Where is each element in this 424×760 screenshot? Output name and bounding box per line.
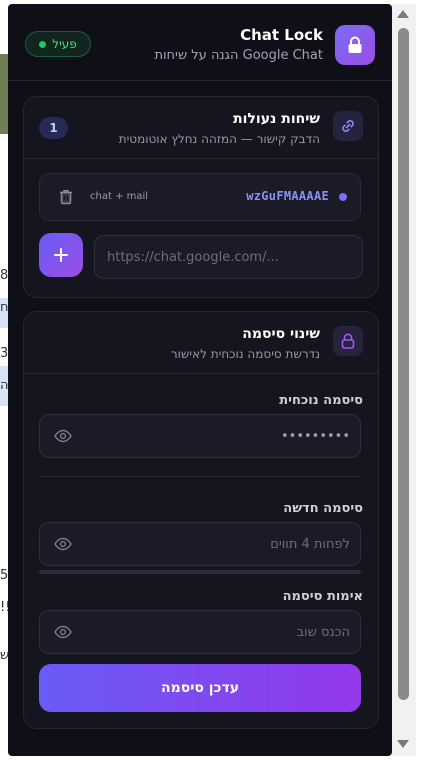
confirm-password-input[interactable]	[80, 611, 350, 653]
new-password-label: סיסמה חדשה	[283, 501, 363, 516]
confirm-password-label: אימות סיסמה	[282, 589, 363, 604]
confirm-password-field	[39, 610, 361, 654]
current-password-field	[39, 414, 361, 458]
background-image	[0, 54, 8, 134]
update-password-button[interactable]: עדכן סיסמה	[39, 664, 361, 712]
current-password-label: סיסמה נוכחית	[279, 393, 363, 408]
link-icon	[333, 111, 363, 141]
new-password-input[interactable]	[80, 523, 350, 565]
divider	[24, 373, 378, 374]
locked-chat-item: wzGuFMAAAAE chat + mail	[39, 173, 361, 221]
divider	[39, 476, 361, 477]
lock-icon	[333, 326, 363, 356]
eye-icon[interactable]	[54, 429, 72, 443]
eye-icon[interactable]	[54, 537, 72, 551]
scroll-down-arrow-icon[interactable]	[397, 740, 409, 748]
plus-icon	[54, 248, 68, 262]
password-strength-bar	[39, 570, 361, 574]
chat-id: wzGuFMAAAAE	[246, 189, 329, 203]
scrollbar-thumb[interactable]	[398, 28, 409, 700]
locked-count-badge: 1	[39, 117, 68, 139]
trash-icon[interactable]	[58, 189, 74, 205]
chat-url-input[interactable]	[94, 235, 363, 279]
divider	[24, 158, 378, 159]
locked-chats-card: שיחות נעולות הדבק קישור — המזהה נחלץ אוט…	[23, 96, 379, 298]
current-password-input[interactable]	[80, 415, 350, 457]
popup-header: Chat Lock הגנה על שיחות Google Chat פעיל	[8, 4, 392, 81]
lock-icon	[335, 25, 375, 65]
status-label: פעיל	[52, 37, 77, 51]
eye-icon[interactable]	[54, 625, 72, 639]
locked-chats-title: שיחות נעולות	[233, 111, 320, 127]
change-password-subtitle: נדרשת סיסמה נוכחית לאישור	[170, 347, 320, 361]
chat-tag: chat + mail	[90, 191, 149, 202]
scroll-up-arrow-icon[interactable]	[397, 10, 409, 18]
popup-scrollbar[interactable]	[392, 4, 416, 756]
locked-chats-subtitle: הדבק קישור — המזהה נחלץ אוטומטית	[118, 132, 320, 146]
app-title: Chat Lock	[240, 26, 323, 44]
add-chat-button[interactable]	[39, 233, 83, 277]
change-password-title: שינוי סיסמה	[242, 326, 320, 342]
new-password-field	[39, 522, 361, 566]
app-subtitle: הגנה על שיחות Google Chat	[154, 48, 323, 63]
background-page-edge	[416, 0, 424, 760]
status-dot-icon	[39, 40, 47, 48]
status-badge: פעיל	[25, 31, 91, 57]
change-password-card: שינוי סיסמה נדרשת סיסמה נוכחית לאישור סי…	[23, 311, 379, 729]
extension-popup: Chat Lock הגנה על שיחות Google Chat פעיל…	[8, 4, 392, 756]
active-dot-icon	[339, 193, 347, 201]
